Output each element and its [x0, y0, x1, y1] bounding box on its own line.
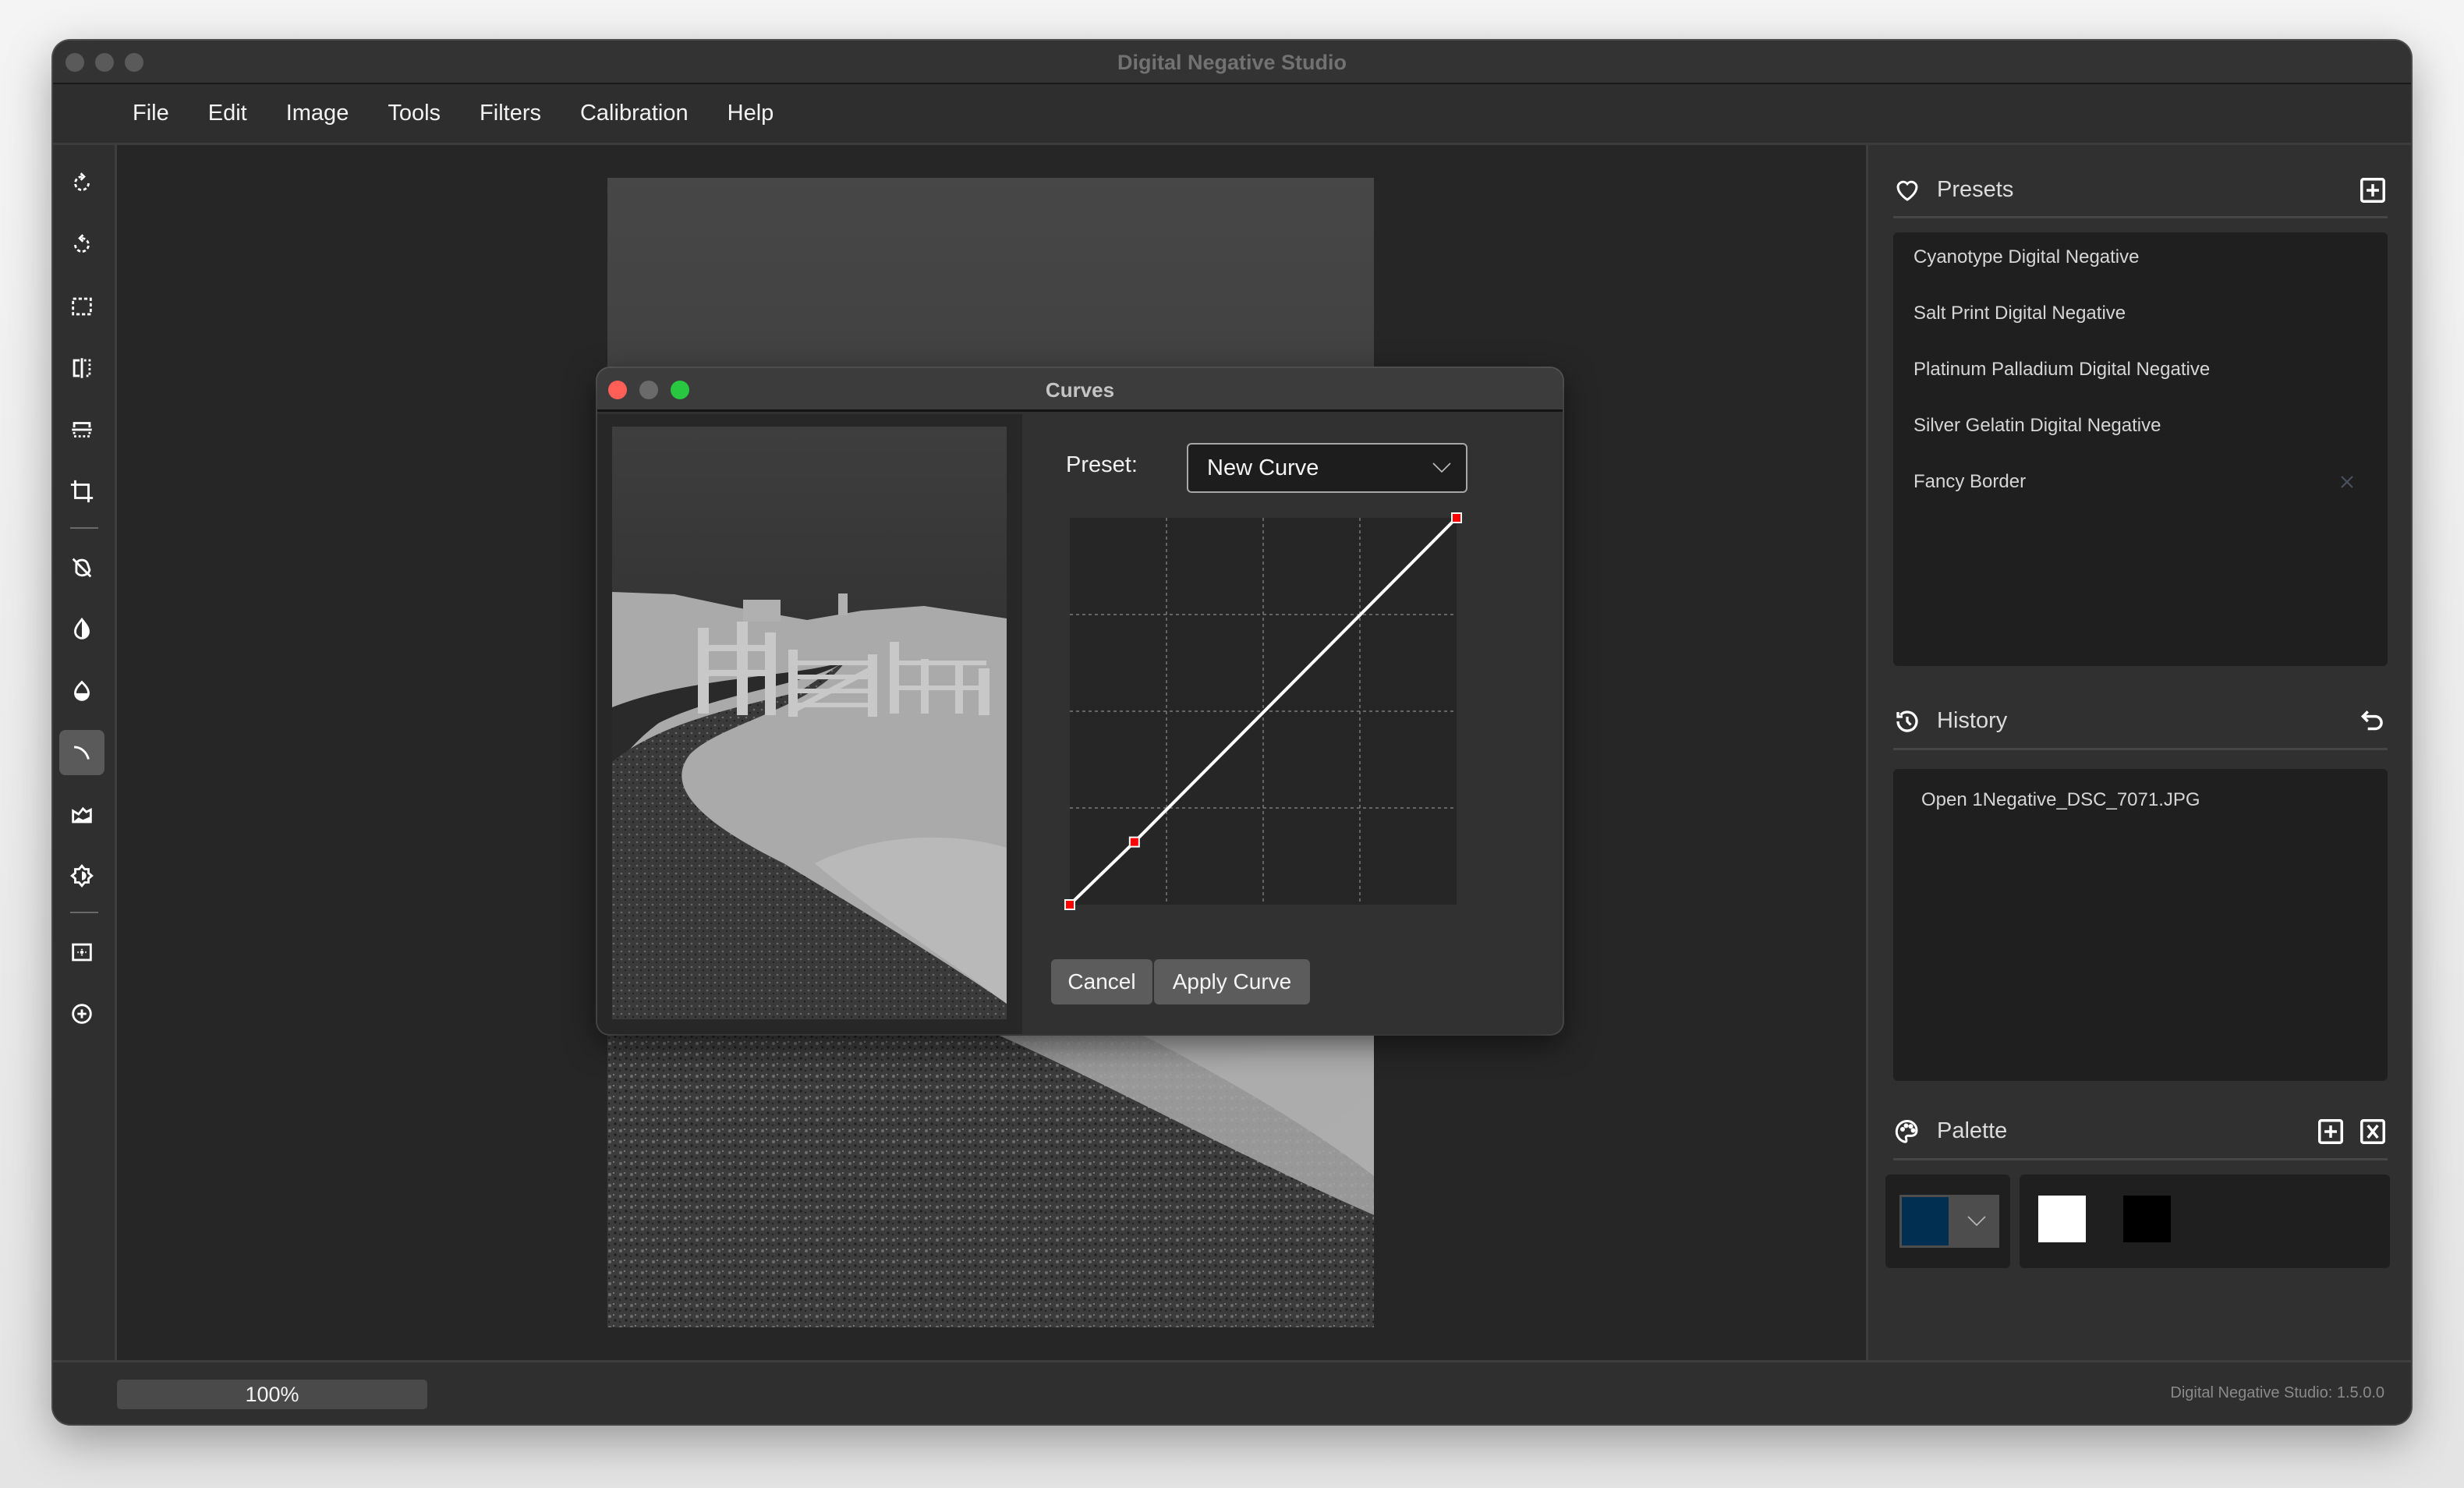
undo-icon[interactable]	[2358, 707, 2388, 736]
preset-item[interactable]: Fancy Border	[1913, 466, 2356, 498]
chevron-down-icon	[1967, 1216, 1986, 1227]
selected-color-swatch	[1902, 1197, 1949, 1245]
menu-filters[interactable]: Filters	[480, 101, 541, 126]
curve-editor[interactable]	[1060, 512, 1463, 917]
zoom-level[interactable]: 100%	[117, 1380, 427, 1409]
brightness-button[interactable]	[59, 853, 104, 898]
menu-file[interactable]: File	[133, 101, 169, 126]
curves-icon	[73, 746, 90, 760]
presets-header: Presets	[1893, 164, 2388, 218]
preview-pane	[597, 414, 1022, 1034]
color-swatch-white[interactable]	[2038, 1196, 2086, 1242]
chevron-down-icon	[1432, 462, 1451, 473]
image-adjustments-button[interactable]	[59, 792, 104, 837]
version-label: Digital Negative Studio: 1.5.0.0	[2170, 1384, 2384, 1401]
color-picker-box	[1885, 1174, 2010, 1268]
selection-button[interactable]	[59, 284, 104, 329]
cancel-button[interactable]: Cancel	[1051, 959, 1152, 1004]
brightness-icon	[70, 864, 94, 887]
rotate-clockwise-button[interactable]	[59, 161, 104, 206]
rotate-clockwise-icon	[74, 172, 90, 191]
toolbar-separator	[70, 912, 98, 913]
dialog-title-bar: Curves	[597, 368, 1563, 412]
preset-item[interactable]: Cyanotype Digital Negative	[1913, 242, 2356, 273]
preset-select[interactable]: New Curve	[1187, 443, 1467, 493]
history-header: History	[1893, 694, 2388, 750]
preset-item[interactable]: Silver Gelatin Digital Negative	[1913, 410, 2356, 441]
menu-image[interactable]: Image	[286, 101, 349, 126]
toolbar-separator	[70, 527, 98, 529]
right-panel: Presets Cyanotype Digital Negative Salt …	[1866, 145, 2411, 1360]
dialog-title: Curves	[1045, 378, 1115, 402]
flip-vertical-button[interactable]	[59, 407, 104, 452]
color-picker-dropdown[interactable]	[1899, 1195, 1999, 1248]
flip-horizontal-button[interactable]	[59, 345, 104, 391]
title-bar: Digital Negative Studio	[53, 41, 2411, 84]
menu-bar: File Edit Image Tools Filters Calibratio…	[53, 84, 2411, 145]
crop-icon	[70, 480, 94, 503]
desaturate-icon	[72, 558, 92, 578]
swatch-list	[2020, 1174, 2390, 1268]
crop-button[interactable]	[59, 469, 104, 514]
status-bar: 100% Digital Negative Studio: 1.5.0.0	[53, 1360, 2411, 1424]
window-title: Digital Negative Studio	[1117, 51, 1347, 74]
history-list: Open 1Negative_DSC_7071.JPG	[1893, 769, 2388, 1081]
landscape-image-icon	[72, 806, 92, 824]
contrast-button[interactable]	[59, 607, 104, 652]
desaturate-button[interactable]	[59, 545, 104, 590]
history-item[interactable]: Open 1Negative_DSC_7071.JPG	[1921, 789, 2200, 811]
apply-curve-button[interactable]: Apply Curve	[1154, 959, 1310, 1004]
tool-bar	[53, 145, 117, 1360]
add-circle-icon	[72, 1004, 92, 1024]
curves-dialog: Curves Preset: New Curve Cancel Apply Cu…	[597, 368, 1563, 1034]
curve-control-point[interactable]	[1064, 899, 1075, 910]
calibration-grid-button[interactable]	[59, 930, 104, 975]
history-title: History	[1937, 708, 2008, 733]
remove-preset-icon[interactable]	[2338, 473, 2356, 491]
palette-title: Palette	[1937, 1118, 2008, 1143]
preset-item-label: Fancy Border	[1913, 471, 2027, 492]
curves-button[interactable]	[59, 730, 104, 775]
curve-preview-image	[612, 427, 1007, 1019]
rotate-counterclockwise-button[interactable]	[59, 222, 104, 267]
preset-label: Preset:	[1066, 452, 1138, 477]
menu-edit[interactable]: Edit	[208, 101, 247, 126]
rotate-counterclockwise-icon	[74, 234, 90, 253]
contrast-icon	[74, 617, 90, 639]
history-clock-icon	[1896, 710, 1918, 732]
menu-help[interactable]: Help	[728, 101, 774, 126]
grid-target-icon	[72, 943, 92, 962]
add-swatch-icon[interactable]	[2316, 1117, 2345, 1146]
color-swatch-black[interactable]	[2123, 1196, 2171, 1242]
curve-control-point[interactable]	[1128, 836, 1140, 848]
select-rectangle-icon	[72, 297, 92, 316]
add-button[interactable]	[59, 991, 104, 1036]
curve-control-point[interactable]	[1451, 512, 1462, 523]
flip-horizontal-icon	[73, 358, 91, 378]
preset-select-value: New Curve	[1207, 455, 1319, 480]
preset-item[interactable]: Salt Print Digital Negative	[1913, 298, 2356, 329]
palette-icon	[1895, 1119, 1918, 1143]
menu-calibration[interactable]: Calibration	[580, 101, 689, 126]
clear-palette-icon[interactable]	[2358, 1117, 2388, 1146]
levels-drop-icon	[74, 680, 90, 701]
heart-icon	[1896, 180, 1918, 201]
palette-header: Palette	[1893, 1104, 2388, 1160]
levels-button[interactable]	[59, 668, 104, 714]
add-preset-icon[interactable]	[2358, 175, 2388, 205]
menu-tools[interactable]: Tools	[388, 101, 441, 126]
presets-title: Presets	[1937, 177, 2014, 202]
flip-vertical-icon	[72, 422, 92, 438]
presets-list: Cyanotype Digital Negative Salt Print Di…	[1893, 232, 2388, 666]
preset-item[interactable]: Platinum Palladium Digital Negative	[1913, 354, 2356, 385]
